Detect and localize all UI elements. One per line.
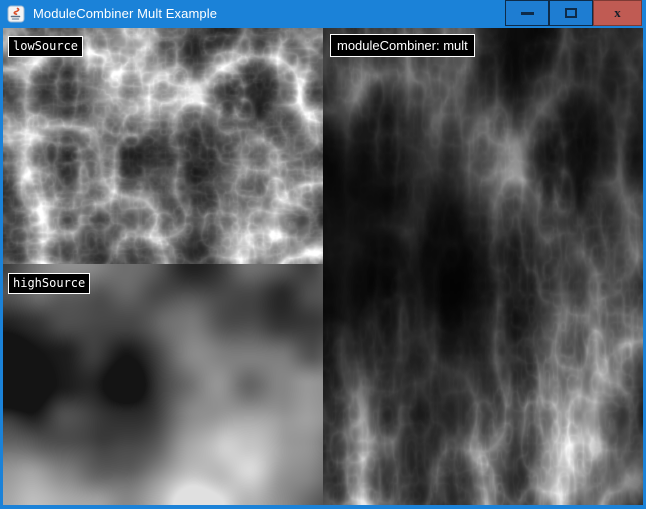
close-button[interactable]: x <box>593 0 642 26</box>
render-area: lowSource highSource moduleCombiner: mul… <box>3 28 643 505</box>
title-bar[interactable]: ModuleCombiner Mult Example x <box>0 0 646 28</box>
panel-label-mult: moduleCombiner: mult <box>330 34 475 57</box>
minimize-icon <box>521 12 534 15</box>
panel-label-lowsource: lowSource <box>8 36 83 57</box>
maximize-button[interactable] <box>549 0 593 26</box>
close-icon: x <box>614 6 621 19</box>
mult-result-image <box>323 28 643 505</box>
high-source-image <box>3 264 323 505</box>
window-title: ModuleCombiner Mult Example <box>33 0 217 28</box>
app-window: ModuleCombiner Mult Example x lowSource … <box>0 0 646 509</box>
minimize-button[interactable] <box>505 0 549 26</box>
low-source-image <box>3 28 323 264</box>
panel-label-highsource: highSource <box>8 273 90 294</box>
maximize-icon <box>565 8 577 18</box>
java-app-icon <box>7 5 25 23</box>
window-controls: x <box>505 0 642 25</box>
